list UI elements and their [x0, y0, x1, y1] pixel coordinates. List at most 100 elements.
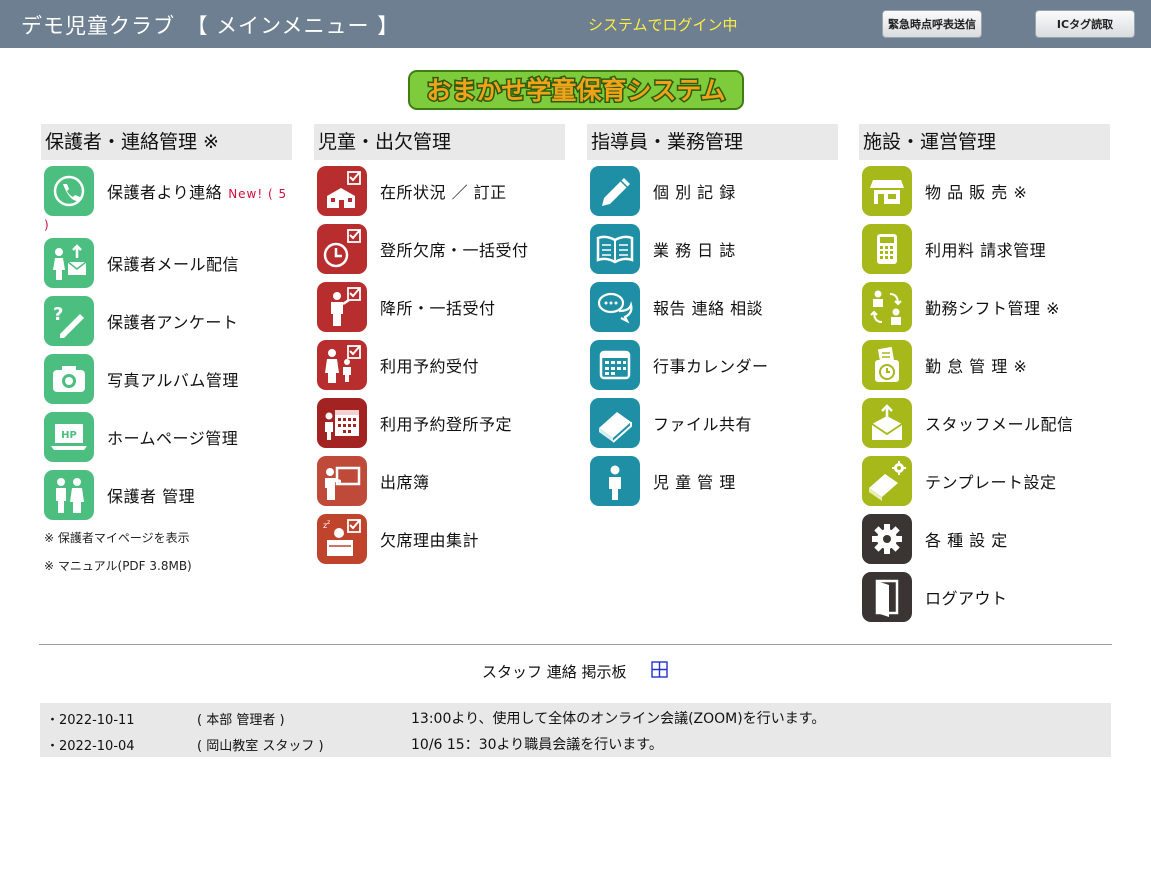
column-title: 児童・出欠管理: [314, 124, 565, 160]
column-children: 児童・出欠管理 在所状況 ／ 訂正 登所欠席・一括受付 降所・一括受付 利用予約…: [314, 124, 565, 564]
top-bar: デモ児童クラブ 【 メインメニュー 】 システムでログイン中 緊急時点呼表送信 …: [0, 0, 1151, 48]
app-title: デモ児童クラブ 【 メインメニュー 】: [21, 14, 400, 38]
mypage-link[interactable]: ※ 保護者マイページを表示: [44, 529, 190, 546]
menu-shift-manage[interactable]: 勤務シフト管理 ※: [862, 282, 1110, 332]
system-logo: おまかせ学童保育システム: [408, 70, 744, 110]
board-author: ( 本部 管理者 ): [197, 713, 285, 728]
add-post-icon[interactable]: [651, 661, 668, 678]
phone-icon: [44, 166, 94, 216]
menu-label: 各 種 設 定: [925, 531, 1008, 550]
manual-pdf-link[interactable]: ※ マニュアル(PDF 3.8MB): [44, 557, 192, 574]
ic-tag-read-button[interactable]: ICタグ読取: [1035, 10, 1135, 38]
menu-label: 行事カレンダー: [653, 357, 769, 376]
menu-logout[interactable]: ログアウト: [862, 572, 1110, 622]
menu-label: 勤 怠 管 理 ※: [925, 357, 1028, 376]
menu-departure[interactable]: 降所・一括受付: [317, 282, 565, 332]
board-row[interactable]: ・2022-10-04 ( 岡山教室 スタッフ ) 10/6 15：30より職員…: [40, 729, 1111, 755]
menu-guardian-manage[interactable]: 保護者 管理: [44, 470, 292, 520]
menu-work-diary[interactable]: 業 務 日 誌: [590, 224, 838, 274]
menu-reservation-schedule[interactable]: 利用予約登所予定: [317, 398, 565, 448]
menu-label: テンプレート設定: [925, 473, 1057, 492]
book-gear-icon: [862, 456, 912, 506]
menu-label: 保護者アンケート: [107, 313, 239, 332]
column-facility: 施設・運営管理 物 品 販 売 ※ 利用料 請求管理 勤務シフト管理 ※ 勤 怠…: [859, 124, 1110, 622]
menu-staff-mail[interactable]: スタッフメール配信: [862, 398, 1110, 448]
menu-template-settings[interactable]: テンプレート設定: [862, 456, 1110, 506]
staff-board-list: ・2022-10-11 ( 本部 管理者 ) 13:00より、使用して全体のオン…: [40, 703, 1111, 757]
staff-board-title: スタッフ 連絡 掲示板: [482, 663, 627, 681]
menu-guardian-survey[interactable]: ? 保護者アンケート: [44, 296, 292, 346]
menu-attendance-manage[interactable]: 勤 怠 管 理 ※: [862, 340, 1110, 390]
menu-label: 児 童 管 理: [653, 473, 736, 492]
divider: [39, 644, 1112, 645]
board-message: 13:00より、使用して全体のオンライン会議(ZOOM)を行います。: [411, 711, 826, 727]
menu-label: 保護者より連絡: [107, 183, 223, 202]
menu-guardian-contact[interactable]: 保護者より連絡 New! ( 5 ): [44, 166, 292, 232]
gear-icon: [862, 514, 912, 564]
board-date: ・2022-10-11: [46, 713, 135, 728]
menu-arrival-absence[interactable]: 登所欠席・一括受付: [317, 224, 565, 274]
menu-label: 保護者メール配信: [107, 255, 240, 274]
menu-label: 降所・一括受付: [380, 299, 496, 318]
menu-event-calendar[interactable]: 行事カレンダー: [590, 340, 838, 390]
clock-check-icon: [317, 224, 367, 274]
shift-swap-icon: [862, 282, 912, 332]
menu-label: ファイル共有: [653, 415, 753, 434]
menu-label: 出席簿: [380, 473, 430, 492]
menu-report-contact[interactable]: 報告 連絡 相談: [590, 282, 838, 332]
menu-individual-record[interactable]: 個 別 記 録: [590, 166, 838, 216]
menu-child-manage[interactable]: 児 童 管 理: [590, 456, 838, 506]
menu-label: ホームページ管理: [107, 429, 239, 448]
menu-settings[interactable]: 各 種 設 定: [862, 514, 1110, 564]
menu-label: 保護者 管理: [107, 487, 196, 506]
menu-label: 欠席理由集計: [380, 531, 480, 550]
board-message: 10/6 15：30より職員会議を行います。: [411, 737, 663, 753]
emergency-roll-call-button[interactable]: 緊急時点呼表送信: [882, 10, 982, 38]
person-mail-icon: [44, 238, 94, 288]
board-author: ( 岡山教室 スタッフ ): [197, 739, 324, 754]
menu-presence-status[interactable]: 在所状況 ／ 訂正: [317, 166, 565, 216]
menu-label: 登所欠席・一括受付: [380, 241, 529, 260]
svg-text:?: ?: [53, 304, 63, 325]
menu-label: スタッフメール配信: [925, 415, 1074, 434]
menu-photo-album[interactable]: 写真アルバム管理: [44, 354, 292, 404]
logo-text: おまかせ学童保育システム: [426, 76, 725, 105]
sick-child-check-icon: zz: [317, 514, 367, 564]
book-icon: [590, 398, 640, 448]
school-check-icon: [317, 166, 367, 216]
column-staff: 指導員・業務管理 個 別 記 録 業 務 日 誌 報告 連絡 相談 行事カレンダ…: [587, 124, 838, 506]
menu-label: 利用予約登所予定: [380, 415, 513, 434]
new-badge-cont: ): [44, 218, 49, 232]
menu-file-share[interactable]: ファイル共有: [590, 398, 838, 448]
calendar-icon: [590, 340, 640, 390]
menu-guardian-mail[interactable]: 保護者メール配信: [44, 238, 292, 288]
board-date: ・2022-10-04: [46, 739, 135, 754]
menu-goods-sales[interactable]: 物 品 販 売 ※: [862, 166, 1110, 216]
menu-absence-reasons[interactable]: zz 欠席理由集計: [317, 514, 565, 564]
timecard-icon: [862, 340, 912, 390]
child-wave-check-icon: [317, 282, 367, 332]
menu-billing[interactable]: 利用料 請求管理: [862, 224, 1110, 274]
chat-bubbles-icon: [590, 282, 640, 332]
column-guardian: 保護者・連絡管理 ※ 保護者より連絡 New! ( 5 ) 保護者メール配信 ? …: [41, 124, 292, 573]
people-icon: [44, 470, 94, 520]
menu-homepage[interactable]: HP ホームページ管理: [44, 412, 292, 462]
menu-reservation[interactable]: 利用予約受付: [317, 340, 565, 390]
open-book-icon: [590, 224, 640, 274]
menu-label: 報告 連絡 相談: [653, 299, 764, 318]
survey-pencil-icon: ?: [44, 296, 94, 346]
menu-label: 写真アルバム管理: [107, 371, 239, 390]
board-row[interactable]: ・2022-10-11 ( 本部 管理者 ) 13:00より、使用して全体のオン…: [40, 703, 1111, 729]
menu-attendance-book[interactable]: 出席簿: [317, 456, 565, 506]
column-title: 保護者・連絡管理 ※: [41, 124, 292, 160]
menu-label: 勤務シフト管理 ※: [925, 299, 1060, 318]
menu-label: 利用予約受付: [380, 357, 480, 376]
svg-text:HP: HP: [61, 430, 77, 441]
child-icon: [590, 456, 640, 506]
login-status: システムでログイン中: [588, 16, 738, 34]
calendar-person-icon: [317, 398, 367, 448]
laptop-hp-icon: HP: [44, 412, 94, 462]
column-title: 指導員・業務管理: [587, 124, 838, 160]
teacher-board-icon: [317, 456, 367, 506]
menu-label: ログアウト: [925, 589, 1008, 608]
